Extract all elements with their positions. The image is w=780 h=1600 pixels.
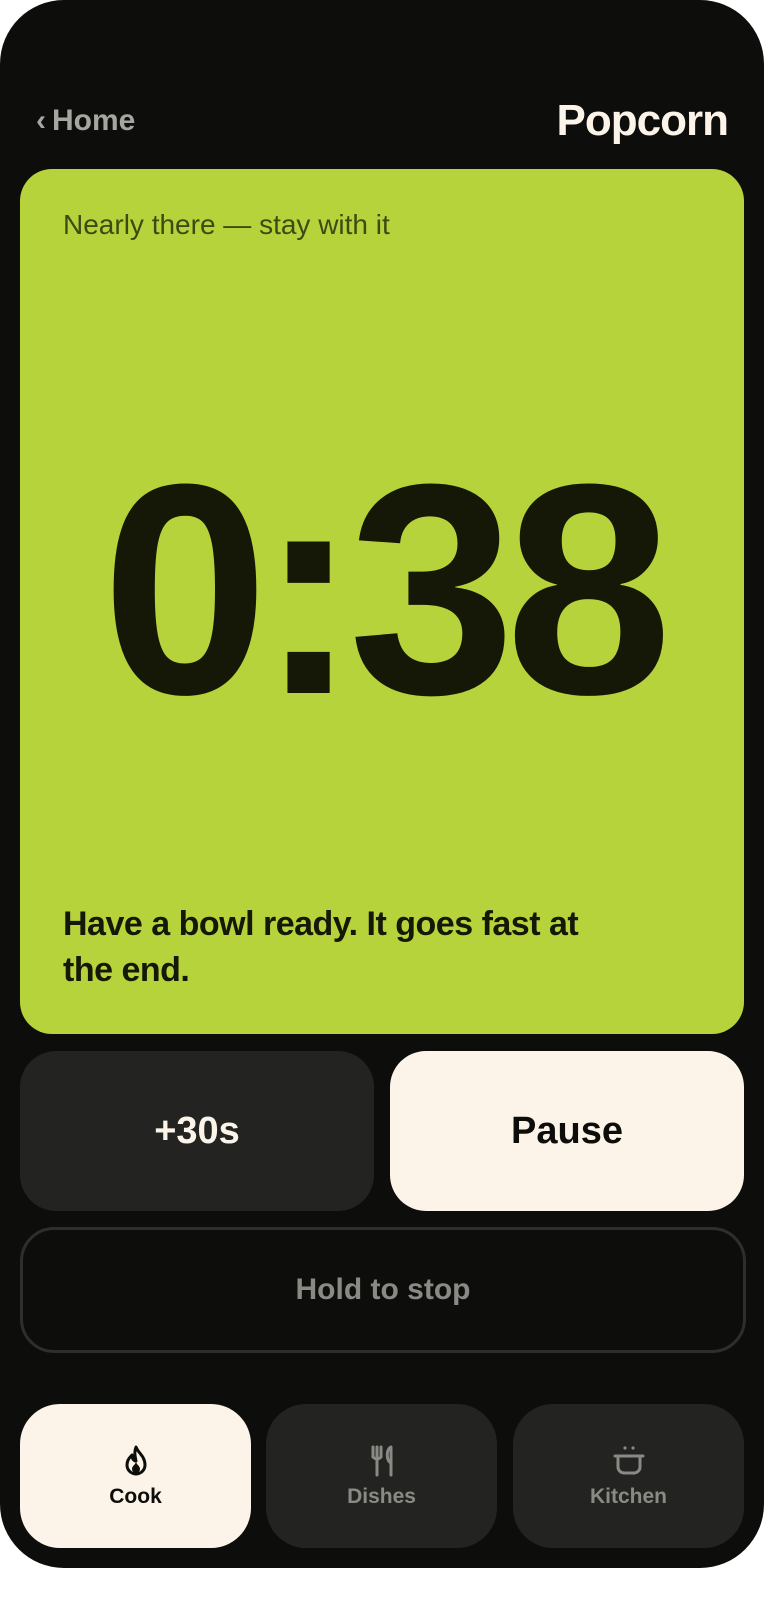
utensils-icon [371, 1445, 392, 1477]
phone-screen: ‹ Home Popcorn Nearly there — stay with … [0, 0, 764, 1568]
pause-button[interactable]: Pause [390, 1051, 744, 1211]
tab-dishes[interactable]: Dishes [266, 1404, 497, 1548]
add-30s-button[interactable]: +30s [20, 1051, 374, 1211]
page-title: Popcorn [556, 96, 729, 145]
flame-icon [125, 1445, 146, 1476]
header: ‹ Home Popcorn [0, 96, 764, 152]
tab-kitchen-label: Kitchen [589, 1485, 667, 1508]
timer-status: Nearly there — stay with it [63, 209, 390, 240]
tab-kitchen[interactable]: Kitchen [513, 1404, 744, 1548]
chevron-left-icon: ‹ [36, 104, 46, 137]
pot-icon [613, 1446, 644, 1475]
countdown-display: 0:38 [101, 421, 672, 757]
tab-dishes-label: Dishes [347, 1485, 416, 1508]
tab-cook-label: Cook [109, 1485, 162, 1508]
cooking-tip: Have a bowl ready. It goes fast at the e… [63, 905, 579, 989]
tab-cook[interactable]: Cook [20, 1404, 251, 1548]
back-label: Home [52, 104, 136, 137]
back-button[interactable]: ‹ Home [36, 104, 135, 138]
hold-to-stop-button[interactable]: Hold to stop [20, 1227, 746, 1353]
tab-bar: Cook Dishes Kitchen [20, 1404, 744, 1548]
timer-card: Nearly there — stay with it 0:38 Have a … [20, 169, 744, 1034]
